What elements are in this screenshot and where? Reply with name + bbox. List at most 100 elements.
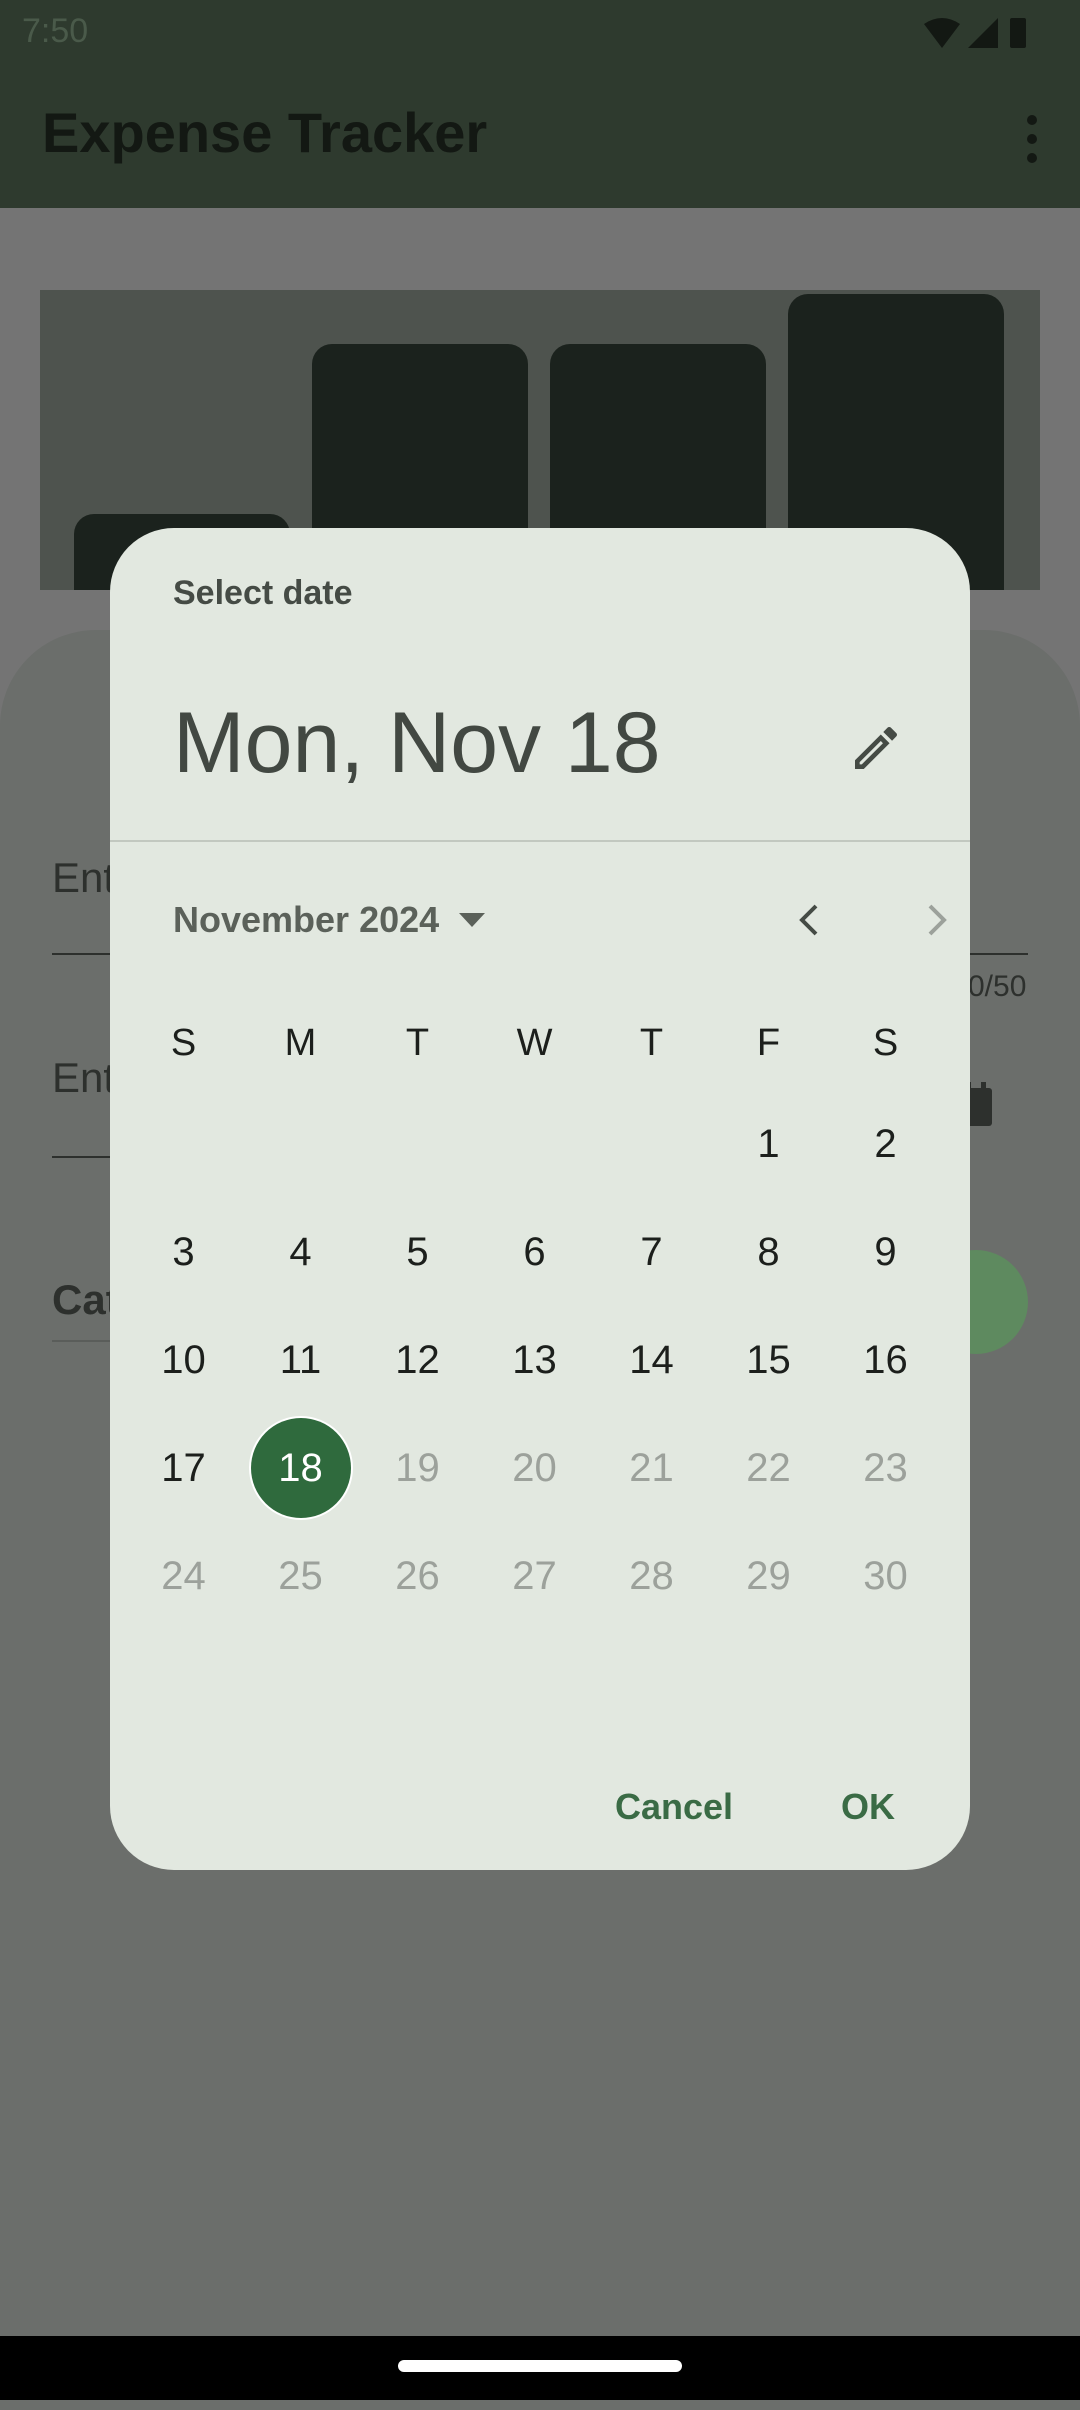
day-number: 29 bbox=[746, 1553, 791, 1598]
day-number: 16 bbox=[863, 1337, 908, 1382]
calendar-day: 19 bbox=[359, 1414, 476, 1522]
calendar-day[interactable]: 14 bbox=[593, 1306, 710, 1414]
date-picker-dialog: Select date Mon, Nov 18 November 2024 S … bbox=[110, 528, 970, 1870]
calendar-day: 24 bbox=[125, 1522, 242, 1630]
day-number: 5 bbox=[406, 1229, 429, 1274]
empty-day-cell bbox=[476, 1090, 593, 1198]
calendar-day[interactable]: 10 bbox=[125, 1306, 242, 1414]
calendar-day[interactable]: 15 bbox=[710, 1306, 827, 1414]
calendar-day[interactable]: 2 bbox=[827, 1090, 944, 1198]
day-number: 20 bbox=[512, 1445, 557, 1490]
calendar-day[interactable]: 11 bbox=[242, 1306, 359, 1414]
calendar-day[interactable]: 8 bbox=[710, 1198, 827, 1306]
empty-day-cell bbox=[125, 1090, 242, 1198]
edit-icon[interactable] bbox=[848, 720, 904, 776]
weekday-label: S bbox=[170, 1022, 197, 1064]
header-divider bbox=[110, 840, 970, 842]
chevron-right-icon bbox=[928, 904, 947, 936]
day-number: 24 bbox=[161, 1553, 206, 1598]
day-number: 1 bbox=[757, 1121, 780, 1166]
weekday-label: S bbox=[872, 1022, 899, 1064]
calendar-day: 26 bbox=[359, 1522, 476, 1630]
calendar-day[interactable]: 12 bbox=[359, 1306, 476, 1414]
system-nav-bar bbox=[0, 2336, 1080, 2400]
dialog-headline: Select date bbox=[173, 574, 353, 612]
month-year-selector[interactable]: November 2024 bbox=[173, 890, 487, 950]
day-number: 17 bbox=[161, 1445, 206, 1490]
home-indicator[interactable] bbox=[398, 2360, 682, 2372]
day-number: 25 bbox=[278, 1553, 323, 1598]
day-number: 12 bbox=[395, 1337, 440, 1382]
day-number: 30 bbox=[863, 1553, 908, 1598]
day-number: 9 bbox=[874, 1229, 897, 1274]
arrow-drop-down-icon bbox=[459, 913, 486, 927]
day-number: 7 bbox=[640, 1229, 663, 1274]
calendar-day[interactable]: 9 bbox=[827, 1198, 944, 1306]
signal-icon bbox=[968, 18, 998, 48]
char-counter-partial: 0/50 bbox=[968, 970, 1027, 1003]
app-bar: Expense Tracker bbox=[0, 64, 1080, 208]
battery-icon bbox=[1010, 18, 1026, 48]
calendar-day[interactable]: 7 bbox=[593, 1198, 710, 1306]
wifi-icon bbox=[924, 18, 960, 48]
day-number: 4 bbox=[289, 1229, 312, 1274]
day-number: 19 bbox=[395, 1445, 440, 1490]
selected-day[interactable]: 18 bbox=[242, 1414, 359, 1522]
day-number: 6 bbox=[523, 1229, 546, 1274]
calendar-day: 22 bbox=[710, 1414, 827, 1522]
calendar-day: 28 bbox=[593, 1522, 710, 1630]
weekday-label: T bbox=[405, 1022, 430, 1064]
day-number: 10 bbox=[161, 1337, 206, 1382]
status-time: 7:50 bbox=[22, 12, 89, 50]
day-number: 3 bbox=[172, 1229, 195, 1274]
calendar-day: 21 bbox=[593, 1414, 710, 1522]
day-number: 11 bbox=[279, 1337, 322, 1382]
calendar-day[interactable]: 13 bbox=[476, 1306, 593, 1414]
weekday-label: F bbox=[756, 1022, 781, 1064]
empty-day-cell bbox=[242, 1090, 359, 1198]
calendar-day[interactable]: 3 bbox=[125, 1198, 242, 1306]
calendar-day[interactable]: 4 bbox=[242, 1198, 359, 1306]
weekday-label: M bbox=[284, 1022, 317, 1064]
empty-day-cell bbox=[359, 1090, 476, 1198]
selected-date-display: Mon, Nov 18 bbox=[173, 695, 661, 791]
day-number: 2 bbox=[874, 1121, 897, 1166]
day-number: 23 bbox=[863, 1445, 908, 1490]
more-vert-icon[interactable] bbox=[1018, 114, 1046, 164]
status-icons bbox=[924, 18, 1026, 48]
empty-day-cell bbox=[593, 1090, 710, 1198]
calendar-day: 23 bbox=[827, 1414, 944, 1522]
month-year-label: November 2024 bbox=[173, 899, 440, 940]
calendar-day[interactable]: 1 bbox=[710, 1090, 827, 1198]
day-number: 13 bbox=[512, 1337, 557, 1382]
day-number: 27 bbox=[512, 1553, 557, 1598]
status-bar: 7:50 bbox=[0, 0, 1080, 64]
weekday-label: W bbox=[516, 1022, 553, 1064]
calendar-days-grid: 1 2 3 4 5 6 7 8 9 10 11 12 13 14 15 16 17 18 19 20 21 22 23 24 2… bbox=[125, 1090, 945, 1630]
app-title: Expense Tracker bbox=[42, 101, 488, 164]
next-month-button[interactable] bbox=[896, 880, 976, 960]
calendar-day: 25 bbox=[242, 1522, 359, 1630]
chevron-left-icon bbox=[799, 904, 818, 936]
ok-button[interactable]: OK bbox=[841, 1772, 895, 1842]
calendar-day: 27 bbox=[476, 1522, 593, 1630]
day-number: 22 bbox=[746, 1445, 791, 1490]
calendar-day[interactable]: 6 bbox=[476, 1198, 593, 1306]
weekday-label: T bbox=[639, 1022, 664, 1064]
date-field-partial: Ent bbox=[52, 1054, 116, 1101]
day-number: 14 bbox=[629, 1337, 674, 1382]
day-number: 18 bbox=[250, 1418, 351, 1518]
calendar-day[interactable]: 5 bbox=[359, 1198, 476, 1306]
day-number: 28 bbox=[629, 1553, 674, 1598]
previous-month-button[interactable] bbox=[770, 880, 850, 960]
day-number: 8 bbox=[757, 1229, 780, 1274]
day-number: 15 bbox=[746, 1337, 791, 1382]
day-number: 21 bbox=[629, 1445, 674, 1490]
amount-field-partial: Ent bbox=[52, 854, 116, 901]
calendar-day: 20 bbox=[476, 1414, 593, 1522]
calendar-day[interactable]: 16 bbox=[827, 1306, 944, 1414]
weekday-header: S M T W T F S bbox=[125, 1008, 945, 1078]
cancel-button[interactable]: Cancel bbox=[615, 1772, 733, 1842]
calendar-day: 29 bbox=[710, 1522, 827, 1630]
calendar-day[interactable]: 17 bbox=[125, 1414, 242, 1522]
